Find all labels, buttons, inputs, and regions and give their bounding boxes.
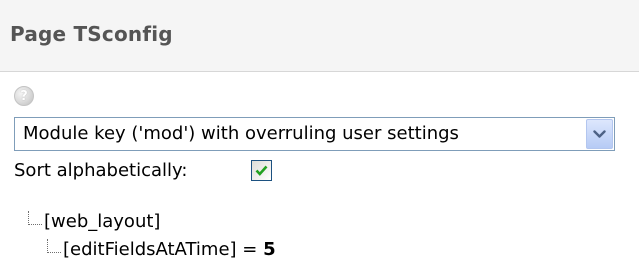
page-title: Page TSconfig [10,22,173,46]
sort-alphabetically-checkbox[interactable] [251,160,272,181]
tree-connector-icon [47,239,61,253]
chevron-down-glyph [593,129,606,138]
tree-item-key: [editFieldsAtATime] [63,239,237,260]
sort-alphabetically-label: Sort alphabetically: [14,160,188,181]
help-icon[interactable]: ? [14,86,34,106]
tree-item-operator: = [236,239,264,260]
tree-item-edit-fields: [editFieldsAtATime] = 5 [47,239,276,260]
module-key-select[interactable]: Module key ('mod') with overruling user … [14,117,615,151]
module-key-select-value: Module key ('mod') with overruling user … [23,123,459,144]
tree-item-value: 5 [263,239,276,260]
tree-connector-icon [28,211,42,225]
page-header: Page TSconfig [0,0,639,72]
chevron-down-icon[interactable] [586,119,613,149]
tree-item-web-layout: [web_layout] [28,211,160,232]
tree-item-label: [web_layout] [44,211,161,232]
check-icon [255,165,268,176]
